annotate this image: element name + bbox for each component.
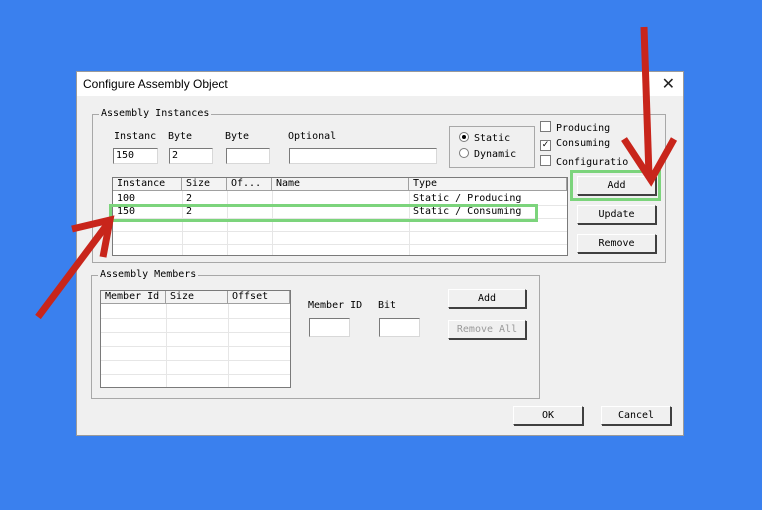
arrow-up-right-icon [35,215,115,320]
arrow-down-icon [621,26,678,187]
annotation-arrows [35,26,678,320]
